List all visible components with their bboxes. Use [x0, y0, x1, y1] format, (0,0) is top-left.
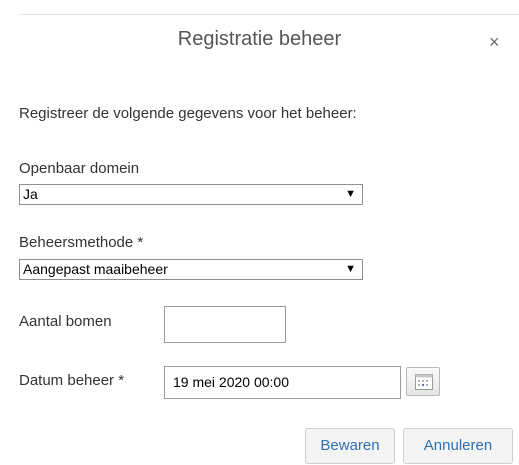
calendar-icon [415, 374, 433, 390]
beheersmethode-label: Beheersmethode * [19, 234, 144, 251]
datum-beheer-input[interactable]: 19 mei 2020 00:00 [164, 366, 401, 399]
beheersmethode-select[interactable]: Aangepast maaibeheer ▼ [19, 259, 363, 280]
aantal-bomen-label: Aantal bomen [19, 313, 112, 330]
openbaar-domein-label: Openbaar domein [19, 160, 140, 177]
beheersmethode-value: Aangepast maaibeheer [23, 261, 168, 277]
calendar-button[interactable] [406, 367, 440, 396]
dialog-intro-text: Registreer de volgende gegevens voor het… [19, 105, 357, 122]
openbaar-domein-value: Ja [23, 186, 38, 202]
cancel-button[interactable]: Annuleren [403, 428, 513, 464]
chevron-down-icon: ▼ [345, 263, 356, 275]
openbaar-domein-select[interactable]: Ja ▼ [19, 184, 363, 205]
save-button[interactable]: Bewaren [305, 428, 395, 464]
dialog-title: Registratie beheer [177, 28, 342, 50]
datum-beheer-label: Datum beheer * [19, 372, 125, 389]
close-icon[interactable]: × [489, 33, 500, 51]
aantal-bomen-input[interactable] [164, 306, 286, 343]
chevron-down-icon: ▼ [345, 188, 356, 200]
dialog-top-border [19, 14, 519, 15]
